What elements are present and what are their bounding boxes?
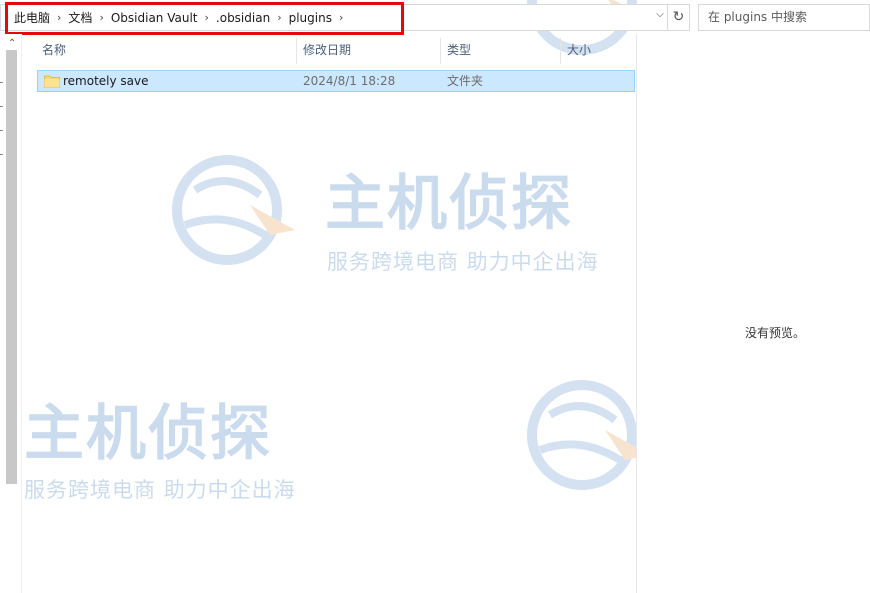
file-type: 文件夹	[447, 74, 484, 88]
nav-scrollbar[interactable]	[6, 50, 17, 484]
chevron-right-icon[interactable]: ›	[273, 11, 285, 24]
navigation-pane[interactable]: ⌃	[0, 34, 22, 593]
file-row[interactable]: remotely save 2024/8/1 18:28 文件夹	[37, 70, 635, 92]
chevron-right-icon[interactable]: ›	[335, 11, 347, 24]
preview-pane: 没有预览。	[636, 34, 870, 593]
watermark-slogan: 服务跨境电商 助力中企出海	[24, 478, 296, 502]
search-input[interactable]: 在 plugins 中搜索	[698, 4, 870, 31]
chevron-down-icon[interactable]: ⌵	[653, 8, 667, 22]
file-modified-date: 2024/8/1 18:28	[303, 74, 396, 88]
chevron-right-icon[interactable]: ›	[201, 11, 213, 24]
divider	[0, 106, 3, 107]
breadcrumb-documents[interactable]: 文档	[65, 9, 95, 26]
watermark-center: 主机侦探 服务跨境电商 助力中企出海	[165, 150, 635, 280]
address-bar[interactable]: › 此电脑 › 文档 › Obsidian Vault › .obsidian …	[0, 4, 668, 31]
file-name[interactable]: remotely save	[63, 71, 149, 91]
divider	[0, 130, 3, 131]
column-header-size[interactable]: 大小	[561, 36, 635, 64]
watermark-globe-icon	[172, 155, 295, 265]
watermark-slogan: 服务跨境电商 助力中企出海	[327, 250, 599, 274]
refresh-icon[interactable]: ↻	[668, 4, 690, 31]
watermark-bottom-left: 主机侦探 服务跨境电商 助力中企出海	[22, 380, 322, 510]
column-header-name[interactable]: 名称	[36, 36, 296, 64]
breadcrumb-this-pc[interactable]: 此电脑	[11, 9, 53, 26]
divider	[0, 82, 3, 83]
chevron-right-icon[interactable]: ›	[53, 11, 65, 24]
breadcrumb-obsidian-vault[interactable]: Obsidian Vault	[108, 11, 201, 25]
column-header-type[interactable]: 类型	[441, 36, 560, 64]
folder-icon	[44, 75, 60, 88]
column-header-date[interactable]: 修改日期	[297, 36, 440, 64]
watermark-globe-icon	[527, 380, 650, 490]
chevron-right-icon[interactable]: ›	[5, 12, 9, 23]
breadcrumb-obsidian[interactable]: .obsidian	[213, 11, 273, 25]
breadcrumb-plugins[interactable]: plugins	[286, 11, 335, 25]
preview-empty-text: 没有预览。	[745, 326, 806, 340]
watermark-brand: 主机侦探	[325, 169, 573, 239]
chevron-up-icon[interactable]: ⌃	[8, 38, 16, 49]
watermark-brand: 主机侦探	[24, 399, 272, 469]
divider	[0, 154, 3, 155]
chevron-right-icon[interactable]: ›	[95, 11, 107, 24]
